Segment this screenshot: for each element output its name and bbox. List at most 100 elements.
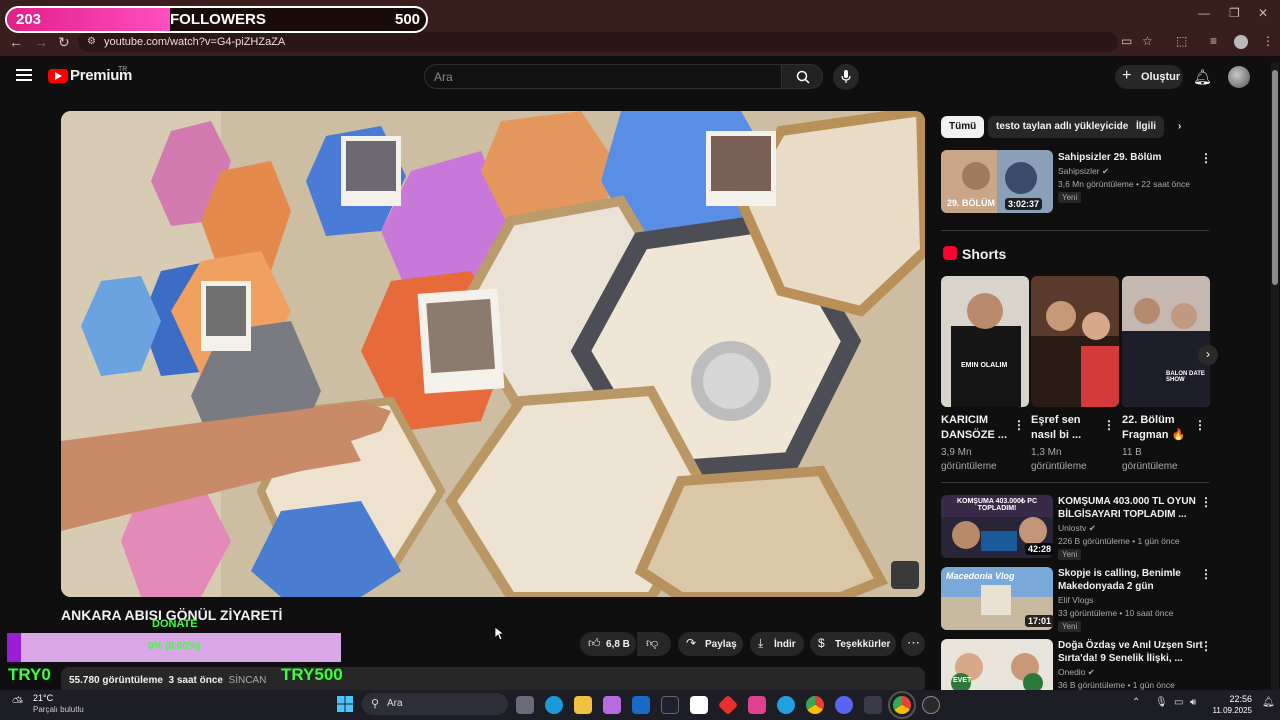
video-title[interactable]: Skopje is calling, Benimle Makedonyada 2 …	[1058, 567, 1181, 593]
voice-search-button[interactable]	[833, 64, 859, 90]
short-options-icon[interactable]: ⋮	[1013, 418, 1025, 432]
obs-icon[interactable]	[922, 696, 940, 714]
menu-kebab-icon[interactable]: ⋮	[1262, 34, 1274, 48]
tray-mic-icon[interactable]: 🎙︎	[1155, 697, 1168, 708]
chip-from-uploader[interactable]: testo taylan adlı yükleyiciden	[988, 116, 1143, 138]
profile-icon[interactable]	[1234, 35, 1248, 49]
search-button[interactable]	[781, 64, 823, 89]
maximize-icon[interactable]: ❐	[1229, 6, 1240, 20]
windows-start-icon[interactable]	[337, 696, 353, 712]
short-title[interactable]: Eşref sen nasıl bi ...	[1031, 413, 1081, 443]
volume-icon[interactable]: 🔊︎	[1190, 697, 1196, 708]
scrollbar-thumb[interactable]	[1272, 70, 1278, 285]
app-blue-icon[interactable]	[777, 696, 795, 714]
notifications-bell-icon[interactable]: 🔔︎	[1193, 68, 1212, 86]
bookmark-star-icon[interactable]: ☆	[1142, 34, 1153, 48]
short-title[interactable]: KARICIM DANSÖZE ...	[941, 413, 1007, 443]
video-title[interactable]: Doğa Özdaş ve Anıl Uzşen Sırt Sırta'da! 9…	[1058, 639, 1203, 665]
short-image	[1122, 276, 1210, 407]
video-thumbnail[interactable]: KOMŞUMA 403.000₺ PC TOPLADIM! 42:28	[941, 495, 1053, 558]
like-button[interactable]: 👍︎ 6,8 B	[580, 632, 636, 656]
download-button[interactable]: ⤓ İndir	[750, 632, 804, 656]
discord-icon[interactable]	[835, 696, 853, 714]
search-input[interactable]	[424, 64, 782, 89]
amazon-icon[interactable]	[690, 696, 708, 714]
account-avatar[interactable]	[1228, 66, 1250, 88]
cast-icon[interactable]: ▭	[1121, 34, 1132, 48]
short-options-icon[interactable]: ⋮	[1194, 418, 1206, 432]
reading-list-icon[interactable]: ≡	[1210, 34, 1217, 48]
file-explorer-icon[interactable]	[574, 696, 592, 714]
video-options-icon[interactable]: ⋮	[1200, 495, 1212, 509]
shorts-next-button[interactable]: ›	[1198, 345, 1218, 365]
verified-icon: ✔	[1088, 523, 1096, 533]
followers-label: FOLLOWERS	[170, 11, 266, 28]
search-icon: ⚲	[371, 698, 380, 710]
short-views: 1,3 Mn görüntüleme	[1031, 447, 1087, 472]
search-icon	[796, 70, 810, 84]
share-button[interactable]: ↷ Paylaş	[678, 632, 743, 656]
site-info-icon[interactable]: ⚙	[87, 36, 96, 47]
short-views: 11 Bgörüntüleme	[1122, 447, 1178, 472]
thanks-button[interactable]: $ Teşekkürler	[810, 632, 896, 656]
app-pink-icon[interactable]	[748, 696, 766, 714]
new-badge: Yeni	[1058, 621, 1082, 632]
channel-name[interactable]: Unlostv ✔	[1058, 523, 1096, 534]
download-icon: ⤓	[758, 636, 764, 650]
video-options-icon[interactable]: ⋮	[1200, 639, 1212, 653]
app-dark-icon[interactable]	[864, 696, 882, 714]
weather-icon[interactable]: ⛅︎	[12, 694, 23, 711]
close-icon[interactable]: ✕	[1258, 6, 1268, 20]
weather-temp[interactable]: 21°C	[33, 693, 53, 703]
task-view-icon[interactable]	[516, 696, 534, 714]
chrome-icon[interactable]	[806, 696, 824, 714]
clock-time[interactable]: 22:56	[1226, 694, 1252, 704]
video-options-icon[interactable]: ⋮	[1200, 151, 1212, 165]
copilot-icon[interactable]	[603, 696, 621, 714]
chip-related[interactable]: İlgili	[1128, 116, 1164, 138]
taskbar-search[interactable]	[362, 693, 508, 715]
back-icon[interactable]: ←	[9, 34, 23, 50]
video-options-icon[interactable]: ⋮	[1200, 567, 1212, 581]
more-actions-button[interactable]: ⋯	[901, 632, 925, 656]
download-label: İndir	[774, 639, 796, 650]
video-thumbnail[interactable]: 29. BÖLÜM 3:02:37	[941, 150, 1053, 213]
edge-icon[interactable]	[545, 696, 563, 714]
channel-name[interactable]: Elif Vlogs	[1058, 595, 1093, 606]
video-meta: 226 B görüntüleme • 1 gün önce	[1058, 536, 1180, 546]
forward-icon[interactable]: →	[34, 34, 48, 50]
chrome-active-icon[interactable]	[888, 691, 916, 719]
like-count: 6,8 B	[606, 639, 630, 650]
extensions-icon[interactable]: ⬚	[1176, 34, 1187, 48]
video-thumbnail[interactable]: EVET	[941, 639, 1053, 690]
youtube-logo-icon[interactable]	[48, 69, 68, 83]
channel-name[interactable]: Onedio ✔	[1058, 667, 1095, 678]
reload-icon[interactable]: ↻	[58, 34, 70, 51]
short-thumbnail[interactable]	[1031, 276, 1119, 407]
divider	[941, 230, 1209, 231]
chips-next-button[interactable]: ›	[1170, 116, 1196, 138]
video-title[interactable]: Sahipsizler 29. Bölüm	[1058, 151, 1161, 164]
notification-icon[interactable]: 🔔︎	[1262, 697, 1275, 708]
network-icon[interactable]: ▭	[1174, 697, 1183, 708]
video-title[interactable]: KOMŞUMA 403.000 TL OYUN BİLGİSAYARI TOPLA…	[1058, 495, 1196, 521]
short-thumbnail[interactable]: EMIN OLALIM	[941, 276, 1029, 407]
microphone-icon	[841, 70, 851, 83]
adobe-app-icon[interactable]	[661, 696, 679, 714]
minimize-icon[interactable]: —	[1198, 6, 1210, 20]
clock-date[interactable]: 11.09.2025	[1210, 706, 1252, 715]
video-player[interactable]	[61, 111, 925, 597]
chip-all[interactable]: Tümü	[941, 116, 985, 138]
channel-name[interactable]: Sahipsizler ✔	[1058, 166, 1109, 177]
short-thumbnail[interactable]: BALON DATE SHOW	[1122, 276, 1210, 407]
short-title[interactable]: 22. Bölüm Fragman 🔥	[1122, 413, 1185, 443]
menu-icon[interactable]	[16, 69, 32, 81]
dislike-button[interactable]: 👎︎	[637, 632, 671, 656]
tray-expand-icon[interactable]: ⌃	[1132, 697, 1140, 708]
short-options-icon[interactable]: ⋮	[1103, 418, 1115, 432]
donate-max: TRY500	[281, 665, 343, 684]
followers-goal-bar: 203 FOLLOWERS 500	[5, 6, 428, 33]
video-thumbnail[interactable]: Macedonia Vlog 17:01	[941, 567, 1053, 630]
donate-label: DONATE	[152, 618, 198, 630]
outlook-icon[interactable]	[632, 696, 650, 714]
